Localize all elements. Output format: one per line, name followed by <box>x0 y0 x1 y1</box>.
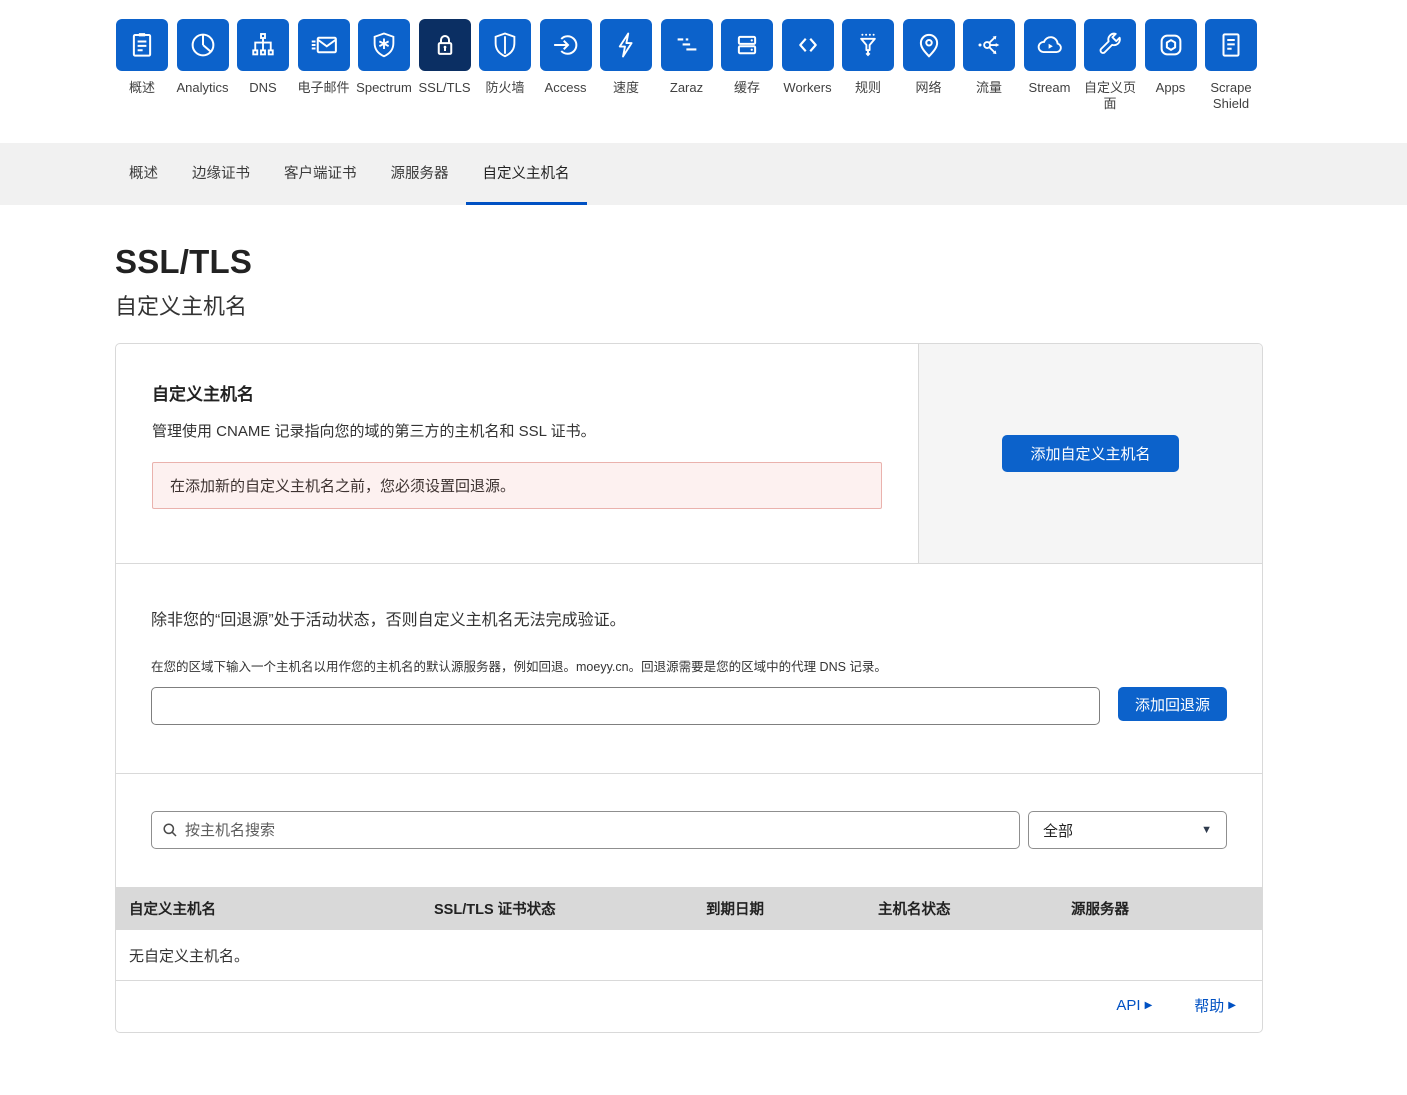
tab-overview[interactable]: 概述 <box>112 143 175 205</box>
app-nav-firewall[interactable]: 防火墙 <box>479 19 531 143</box>
app-nav-zaraz[interactable]: Zaraz <box>661 19 713 143</box>
search-icon <box>162 822 178 838</box>
app-nav-network[interactable]: 网络 <box>903 19 955 143</box>
zaraz-steps-icon <box>661 19 713 71</box>
section-description: 管理使用 CNAME 记录指向您的域的第三方的主机名和 SSL 证书。 <box>152 420 882 441</box>
fallback-hint-text: 在您的区域下输入一个主机名以用作您的主机名的默认源服务器，例如回退。moeyy.… <box>151 656 1227 675</box>
ssl-sub-nav: 概述 边缘证书 客户端证书 源服务器 自定义主机名 <box>0 143 1407 205</box>
column-header-expiry: 到期日期 <box>706 898 878 919</box>
app-nav-workers[interactable]: Workers <box>782 19 834 143</box>
workers-brackets-icon <box>782 19 834 71</box>
tab-origin-server[interactable]: 源服务器 <box>374 143 466 205</box>
traffic-share-icon <box>963 19 1015 71</box>
tab-edge-certificates[interactable]: 边缘证书 <box>175 143 267 205</box>
help-link[interactable]: 帮助 ▶ <box>1194 995 1236 1016</box>
fallback-lead-text: 除非您的“回退源”处于活动状态，否则自定义主机名无法完成验证。 <box>151 606 1227 630</box>
fallback-required-alert: 在添加新的自定义主机名之前，您必须设置回退源。 <box>152 462 882 509</box>
dns-tree-icon <box>237 19 289 71</box>
ssl-lock-icon <box>419 19 471 71</box>
app-nav-scrape-shield[interactable]: Scrape Shield <box>1205 19 1257 143</box>
speed-lightning-icon <box>600 19 652 71</box>
card-footer: API ▶ 帮助 ▶ <box>116 981 1262 1032</box>
column-header-hostname: 自定义主机名 <box>129 898 434 919</box>
page-title: SSL/TLS <box>115 243 1263 281</box>
add-fallback-origin-button[interactable]: 添加回退源 <box>1118 687 1227 721</box>
hostname-search-input[interactable] <box>151 811 1020 849</box>
caret-right-icon: ▶ <box>1228 1000 1236 1011</box>
column-header-cert-status: SSL/TLS 证书状态 <box>434 898 706 919</box>
fallback-origin-input[interactable] <box>151 687 1100 725</box>
app-nav-speed[interactable]: 速度 <box>600 19 652 143</box>
spectrum-shield-icon <box>358 19 410 71</box>
section-title: 自定义主机名 <box>152 380 882 405</box>
api-link[interactable]: API ▶ <box>1116 995 1152 1016</box>
firewall-shield-icon <box>479 19 531 71</box>
status-filter-select[interactable]: 全部 ▼ <box>1028 811 1227 849</box>
apps-icon <box>1145 19 1197 71</box>
hostname-intro-section: 自定义主机名 管理使用 CNAME 记录指向您的域的第三方的主机名和 SSL 证… <box>116 344 1262 563</box>
chevron-down-icon: ▼ <box>1201 824 1212 836</box>
app-nav-analytics[interactable]: Analytics <box>177 19 229 143</box>
stream-cloud-icon <box>1024 19 1076 71</box>
app-nav-custom-pages[interactable]: 自定义页面 <box>1084 19 1136 143</box>
app-nav-apps[interactable]: Apps <box>1145 19 1197 143</box>
cache-servers-icon <box>721 19 773 71</box>
column-header-hostname-status: 主机名状态 <box>878 898 1071 919</box>
add-hostname-panel: 添加自定义主机名 <box>918 344 1262 563</box>
empty-state-text: 无自定义主机名。 <box>116 930 1262 981</box>
access-icon <box>540 19 592 71</box>
app-nav-dns[interactable]: DNS <box>237 19 289 143</box>
app-nav-rules[interactable]: 规则 <box>842 19 894 143</box>
app-nav-spectrum[interactable]: Spectrum <box>358 19 410 143</box>
rules-funnel-icon <box>842 19 894 71</box>
fallback-origin-section: 除非您的“回退源”处于活动状态，否则自定义主机名无法完成验证。 在您的区域下输入… <box>116 563 1262 773</box>
app-nav-email[interactable]: 电子邮件 <box>298 19 350 143</box>
custom-pages-wrench-icon <box>1084 19 1136 71</box>
app-nav-ssl-tls[interactable]: SSL/TLS <box>419 19 471 143</box>
network-pin-icon <box>903 19 955 71</box>
app-nav-stream[interactable]: Stream <box>1024 19 1076 143</box>
analytics-pie-icon <box>177 19 229 71</box>
custom-hostnames-card: 自定义主机名 管理使用 CNAME 记录指向您的域的第三方的主机名和 SSL 证… <box>115 343 1263 1033</box>
add-custom-hostname-button[interactable]: 添加自定义主机名 <box>1002 435 1178 472</box>
caret-right-icon: ▶ <box>1145 1000 1153 1011</box>
hostname-table-header: 自定义主机名 SSL/TLS 证书状态 到期日期 主机名状态 源服务器 <box>116 887 1262 930</box>
app-nav-cache[interactable]: 缓存 <box>721 19 773 143</box>
column-header-origin: 源服务器 <box>1071 898 1262 919</box>
status-filter-value: 全部 <box>1043 820 1073 841</box>
hostname-list-section: 全部 ▼ 自定义主机名 SSL/TLS 证书状态 到期日期 主机名状态 源服务器… <box>116 773 1262 1032</box>
app-nav-overview[interactable]: 概述 <box>116 19 168 143</box>
tab-custom-hostnames[interactable]: 自定义主机名 <box>466 143 587 205</box>
app-nav-traffic[interactable]: 流量 <box>963 19 1015 143</box>
app-nav-access[interactable]: Access <box>540 19 592 143</box>
main-content: SSL/TLS 自定义主机名 自定义主机名 管理使用 CNAME 记录指向您的域… <box>115 243 1263 1033</box>
overview-clipboard-icon <box>116 19 168 71</box>
tab-client-certificates[interactable]: 客户端证书 <box>267 143 374 205</box>
email-icon <box>298 19 350 71</box>
app-icon-nav: 概述 Analytics DNS 电子邮件 <box>0 0 1407 143</box>
scrape-shield-icon <box>1205 19 1257 71</box>
page-subtitle: 自定义主机名 <box>115 289 1263 321</box>
